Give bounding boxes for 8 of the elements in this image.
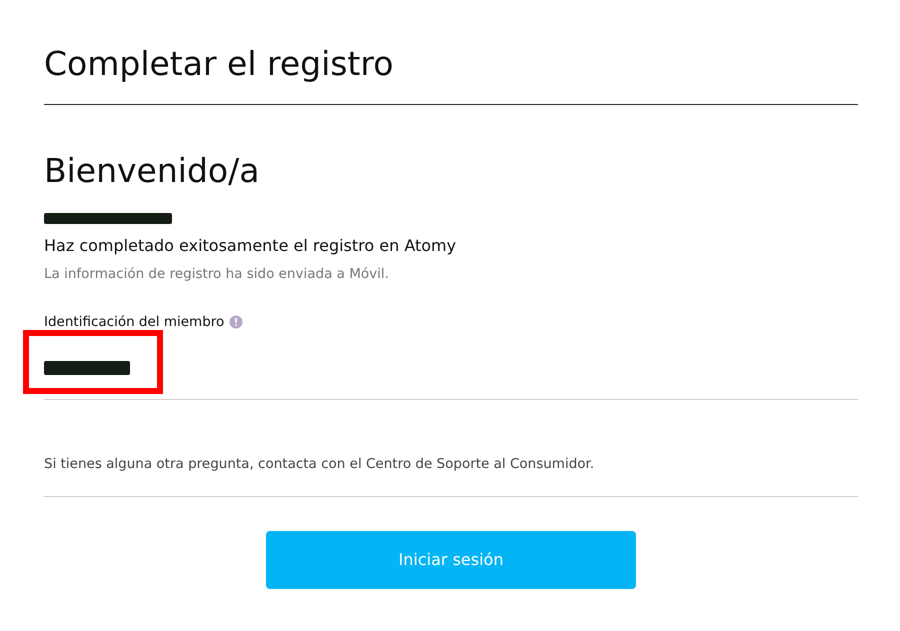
login-button[interactable]: Iniciar sesión (266, 530, 636, 589)
info-icon (229, 315, 244, 330)
success-message: Haz completado exitosamente el registro en Atomy (44, 236, 456, 255)
welcome-heading: Bienvenido/a (44, 150, 260, 192)
info-message: La información de registro ha sido enviada a Móvil. (44, 266, 389, 282)
support-note: Si tienes alguna otra pregunta, contacta con el Centro de Soporte al Consumidor. (44, 456, 594, 472)
page-title: Completar el registro (44, 43, 394, 85)
member-id-label: Identificación del miembro (44, 313, 224, 332)
